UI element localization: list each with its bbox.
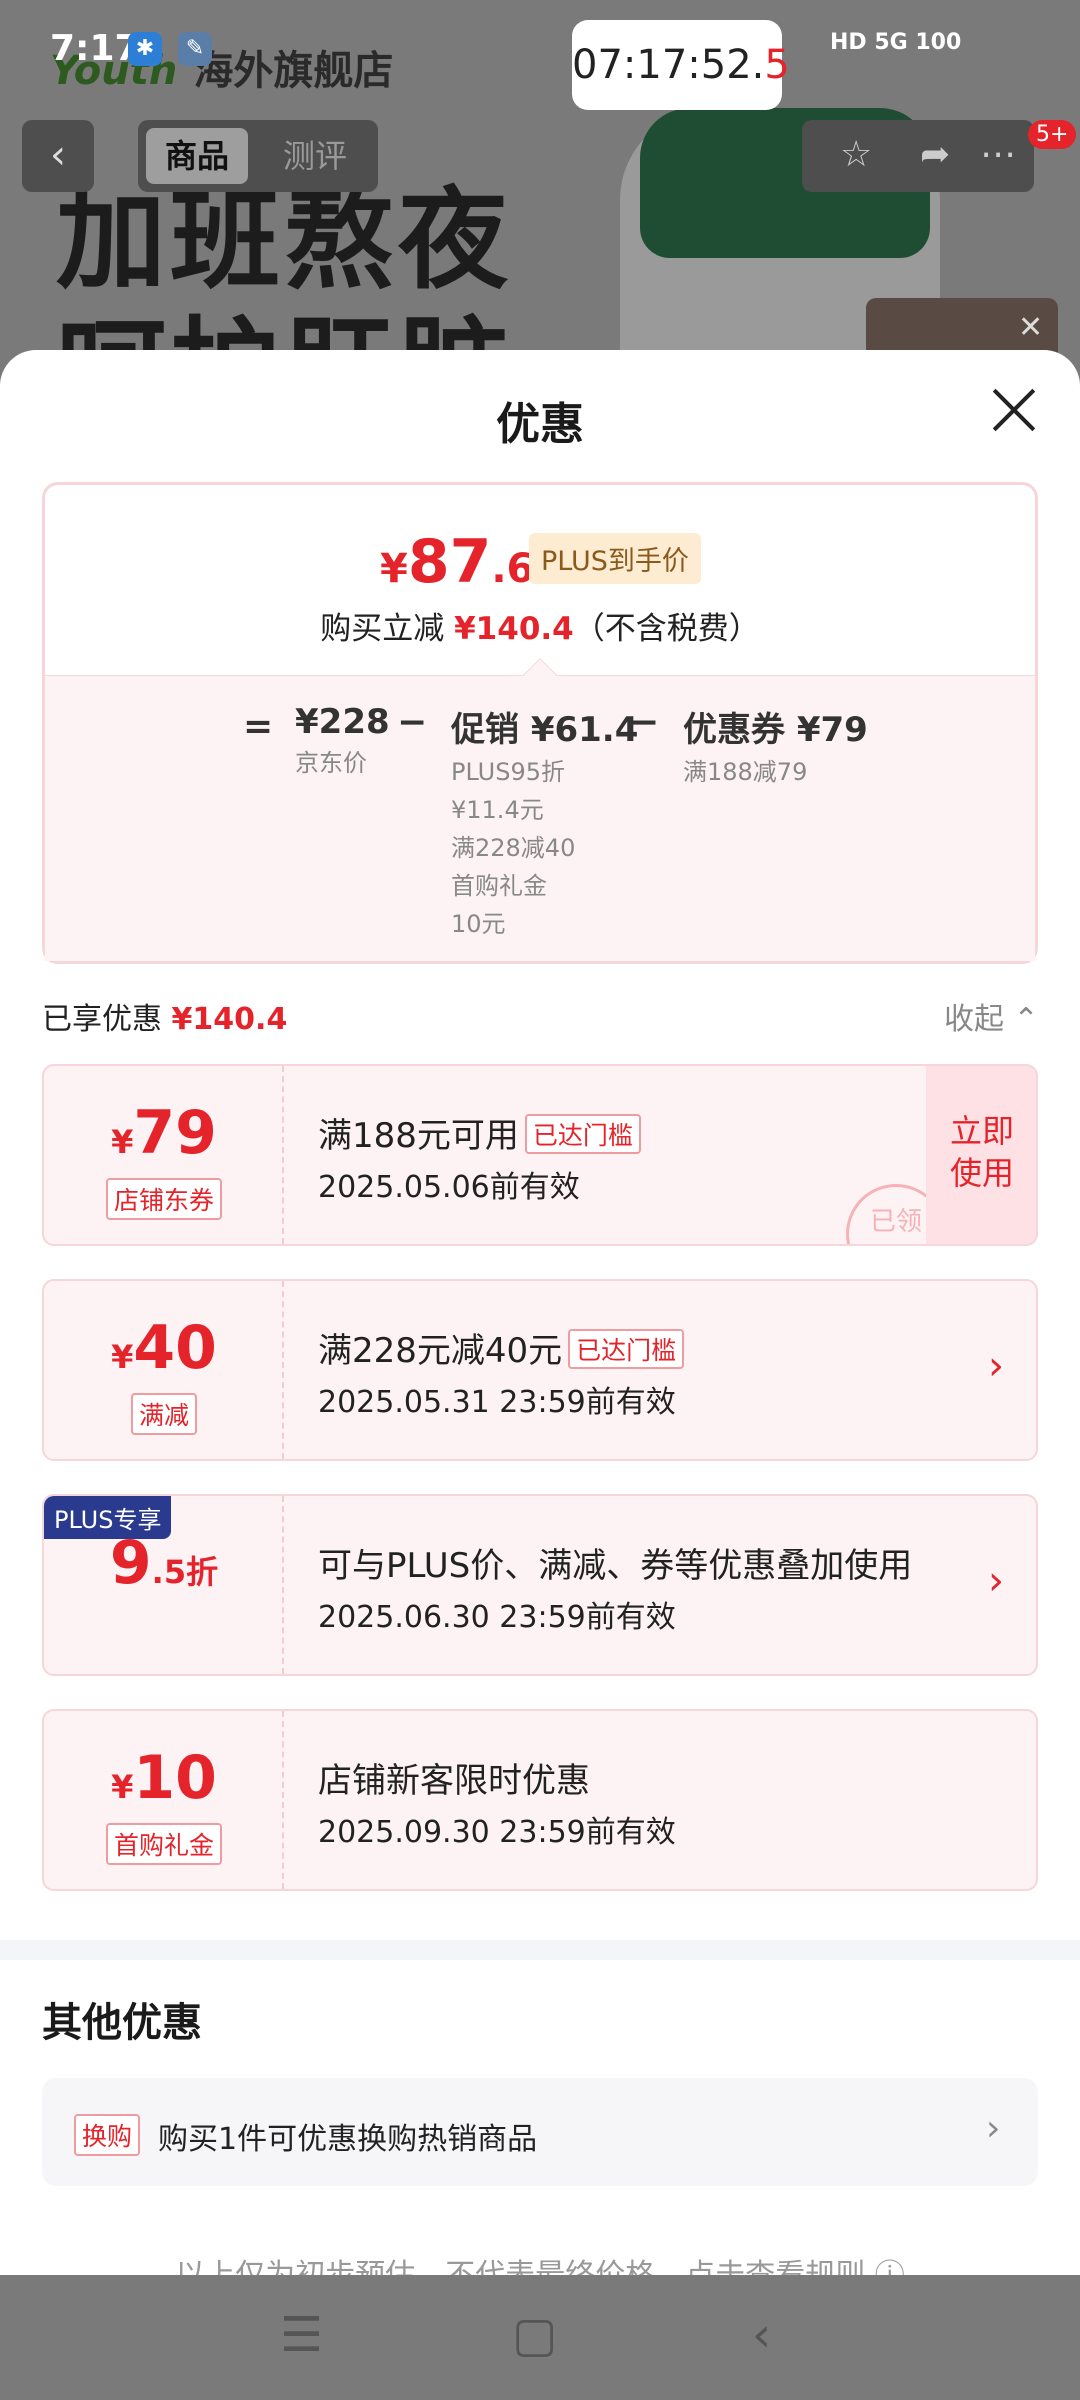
coupon-date: 2025.05.06前有效 [318,1170,580,1205]
price-summary-card: ¥87.6 PLUS到手价 购买立减 ¥140.4（不含税费） = ¥228 京… [42,482,1038,964]
coupon-card[interactable]: ¥79 店铺东券 满188元可用 已达门槛 2025.05.06前有效 已领 立即… [42,1064,1038,1246]
discount-sheet: 优惠 ¥87.6 PLUS到手价 购买立减 ¥140.4（不含税费） = ¥22… [0,350,1080,2275]
message-badge: 5+ [1028,120,1077,149]
price-breakdown: = ¥228 京东价 − 促销 ¥61.4 PLUS95折 ¥11.4元 满22… [45,675,1035,961]
home-icon[interactable]: ▢ [512,2307,557,2363]
coupon-type-tag: 首购礼金 [105,1823,222,1865]
plus-price-tag: PLUS到手价 [529,533,701,584]
menu-icon[interactable]: ☰ [280,2307,323,2363]
system-nav-bar: ☰ ▢ ‹ [0,2275,1080,2400]
action-buttons: ☆ ➦ ⋯ [802,120,1034,192]
minus-sign: − [629,702,660,743]
tab-review[interactable]: 测评 [260,128,370,184]
use-now-button[interactable]: 立即 使用 [926,1066,1036,1244]
product-tabs: 商品 测评 [138,120,378,192]
final-price: ¥87.6 [380,527,535,597]
minus-sign: − [397,702,428,743]
threshold-badge: 已达门槛 [568,1329,685,1369]
plus-exclusive-badge: PLUS专享 [44,1496,172,1539]
enjoyed-discount: 已享优惠 ¥140.4 [42,1002,288,1037]
back-icon[interactable]: ‹ [752,2307,771,2363]
tab-product[interactable]: 商品 [146,128,248,184]
floating-clock: 07:17:52.5 [572,20,790,110]
star-icon[interactable]: ☆ [840,134,872,175]
coupon-date: 2025.06.30 23:59前有效 [318,1600,676,1635]
product-nav-bar: ‹ 商品 测评 ☆ ➦ ⋯ [22,120,1034,192]
coupon-title: 满188元可用 已达门槛 [318,1108,641,1157]
coupon-date: 2025.05.31 23:59前有效 [318,1385,676,1420]
trade-in-tag: 换购 [74,2114,141,2156]
section-divider [0,1940,1080,1960]
coupon-title: 满228元减40元 已达门槛 [318,1323,685,1372]
back-button[interactable]: ‹ [22,120,94,192]
coupon-date: 2025.09.30 23:59前有效 [318,1815,676,1850]
coupon-col: 优惠券 ¥79 满188减79 [683,710,868,786]
close-icon[interactable]: ✕ [1018,310,1043,345]
trade-in-text: 购买1件可优惠换购热销商品 [158,2122,538,2157]
instant-discount-line: 购买立减 ¥140.4（不含税费） [320,611,760,647]
coupon-type-tag: 店铺东券 [105,1178,222,1220]
more-icon[interactable]: ⋯ [980,134,1016,175]
sheet-title: 优惠 [496,399,584,450]
chevron-right-icon[interactable]: › [988,1343,1004,1389]
rules-disclaimer[interactable]: 以上仅为初步预估，不代表最终价格，点击查看规则 ⓘ [0,2250,1080,2275]
threshold-badge: 已达门槛 [524,1114,641,1154]
jd-price-col: ¥228 京东价 [295,702,390,777]
collapse-button[interactable]: 收起 ⌃ [944,994,1039,1038]
app-icon: ✱ [128,32,162,66]
chevron-right-icon[interactable]: › [986,2108,1000,2149]
equals-sign: = [243,706,274,747]
signal-battery-icons: HD 5G 100 [830,30,962,55]
status-time: 7:17 [50,28,140,69]
coupon-card[interactable]: ¥10 首购礼金 店铺新客限时优惠 2025.09.30 23:59前有效 [42,1709,1038,1891]
status-bar: 7:17 ✱ ✎ 07:17:52.5 HD 5G 100 [0,0,1080,110]
other-discounts-title: 其他优惠 [42,2000,202,2046]
share-icon[interactable]: ➦ [920,134,950,175]
close-icon[interactable] [990,386,1038,434]
coupon-card[interactable]: 9.5折 PLUS专享 可与PLUS价、满减、券等优惠叠加使用 2025.06.… [42,1494,1038,1676]
coupon-card[interactable]: ¥40 满减 满228元减40元 已达门槛 2025.05.31 23:59前有效… [42,1279,1038,1461]
coupon-title: 店铺新客限时优惠 [318,1761,590,1801]
chevron-right-icon[interactable]: › [988,1558,1004,1604]
trade-in-row[interactable]: 换购 购买1件可优惠换购热销商品 › [42,2078,1038,2186]
coupon-title: 可与PLUS价、满减、券等优惠叠加使用 [318,1546,913,1586]
promo-col: 促销 ¥61.4 PLUS95折 ¥11.4元 满228减40 首购礼金 10元 [451,710,639,938]
coupon-type-tag: 满减 [130,1393,197,1435]
wrench-icon: ✎ [178,32,212,66]
